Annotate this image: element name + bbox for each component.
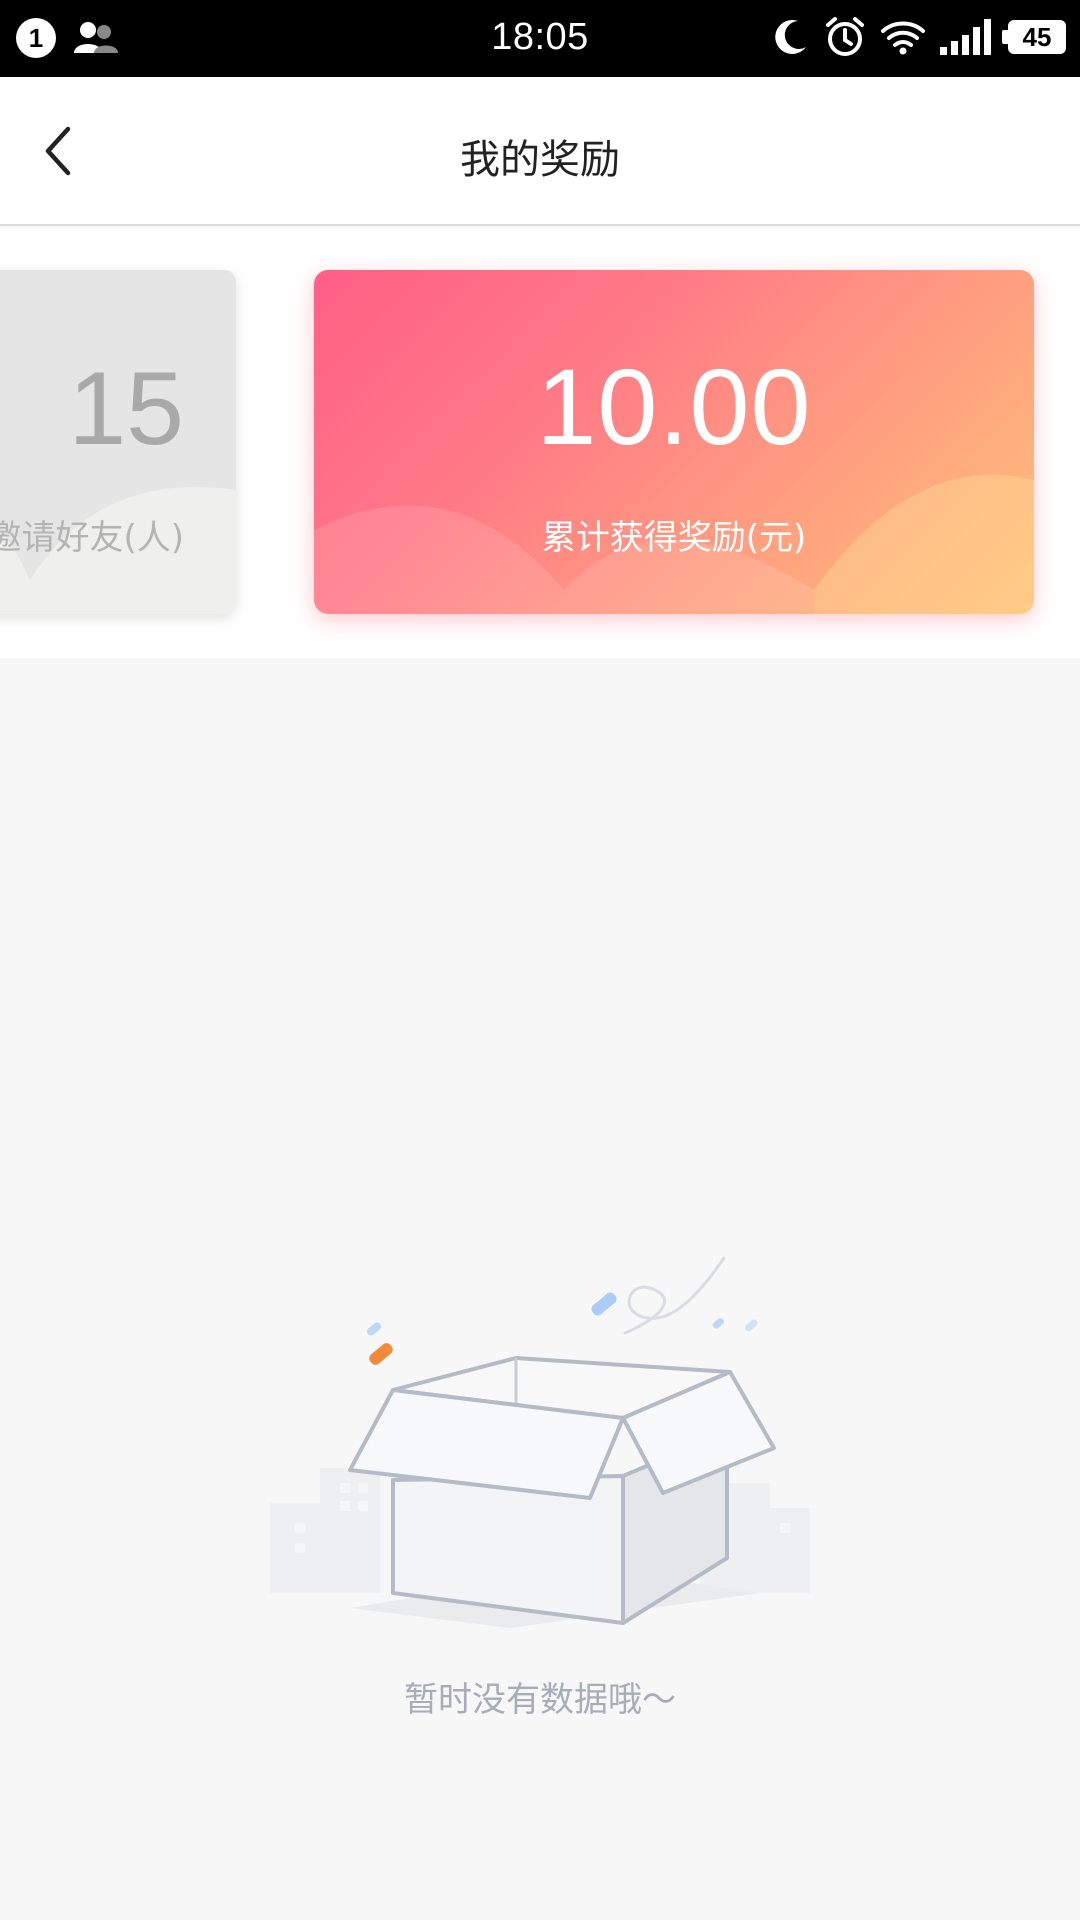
status-bar-right: 45 (772, 16, 1066, 58)
invited-friends-card[interactable]: 15 邀请好友(人) (0, 270, 236, 614)
empty-state-message: 暂时没有数据哦～ (404, 1680, 676, 1720)
open-box-icon (270, 1256, 810, 1628)
reward-cards-carousel[interactable]: 15 邀请好友(人) 10.00 累计获得奖励(元) (0, 228, 1080, 658)
total-reward-card[interactable]: 10.00 累计获得奖励(元) (314, 270, 1034, 614)
alarm-icon (826, 17, 864, 56)
empty-state: 暂时没有数据哦～ (0, 658, 1080, 1920)
nav-bar: 我的奖励 (0, 77, 1080, 226)
invited-count: 15 (68, 351, 184, 467)
signal-icon (940, 19, 991, 55)
status-bar: 1 18:05 45 (0, 0, 1080, 77)
invited-label: 邀请好友(人) (0, 518, 184, 558)
battery-icon: 45 (1002, 20, 1066, 54)
total-reward-label: 累计获得奖励(元) (541, 518, 807, 558)
moon-icon (775, 19, 806, 54)
total-reward-amount: 10.00 (536, 346, 812, 467)
page-title: 我的奖励 (460, 137, 620, 183)
wifi-icon (881, 21, 925, 55)
